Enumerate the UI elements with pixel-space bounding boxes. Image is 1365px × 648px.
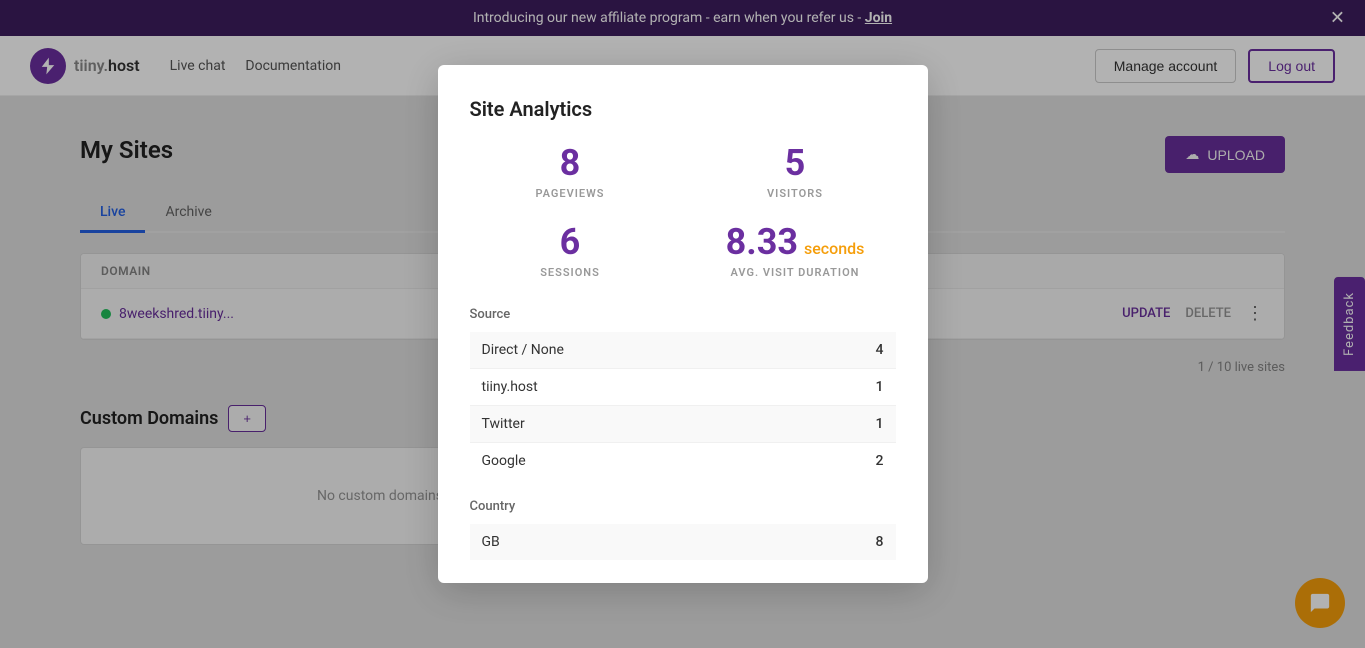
- pageviews-label: PAGEVIEWS: [470, 187, 671, 200]
- visitors-value: 5: [695, 145, 896, 181]
- visitors-stat: 5 VISITORS: [695, 145, 896, 200]
- source-count: 4: [797, 332, 895, 369]
- modal-overlay[interactable]: Site Analytics 8 PAGEVIEWS 5 VISITORS 6 …: [0, 0, 1365, 648]
- source-name: Twitter: [470, 405, 798, 442]
- avg-duration-unit: seconds: [804, 241, 864, 257]
- source-count: 2: [797, 442, 895, 479]
- country-count: 8: [712, 524, 895, 560]
- avg-duration-value: 8.33 seconds: [695, 224, 896, 260]
- avg-duration-stat: 8.33 seconds AVG. VISIT DURATION: [695, 224, 896, 279]
- country-name: GB: [470, 524, 713, 560]
- stats-grid: 8 PAGEVIEWS 5 VISITORS 6 SESSIONS 8.33 s…: [470, 145, 896, 279]
- sessions-value: 6: [470, 224, 671, 260]
- source-section-label: Source: [470, 307, 896, 322]
- modal-title: Site Analytics: [470, 97, 896, 121]
- source-name: Direct / None: [470, 332, 798, 369]
- country-table: GB8: [470, 524, 896, 560]
- source-count: 1: [797, 405, 895, 442]
- source-count: 1: [797, 368, 895, 405]
- site-analytics-modal: Site Analytics 8 PAGEVIEWS 5 VISITORS 6 …: [438, 65, 928, 583]
- source-row: Twitter1: [470, 405, 896, 442]
- visitors-label: VISITORS: [695, 187, 896, 200]
- pageviews-stat: 8 PAGEVIEWS: [470, 145, 671, 200]
- source-row: Direct / None4: [470, 332, 896, 369]
- source-row: Google2: [470, 442, 896, 479]
- source-table: Direct / None4tiiny.host1Twitter1Google2: [470, 332, 896, 479]
- country-section-label: Country: [470, 499, 896, 514]
- source-row: tiiny.host1: [470, 368, 896, 405]
- country-row: GB8: [470, 524, 896, 560]
- pageviews-value: 8: [470, 145, 671, 181]
- sessions-stat: 6 SESSIONS: [470, 224, 671, 279]
- sessions-label: SESSIONS: [470, 266, 671, 279]
- source-name: Google: [470, 442, 798, 479]
- source-name: tiiny.host: [470, 368, 798, 405]
- avg-duration-label: AVG. VISIT DURATION: [695, 266, 896, 279]
